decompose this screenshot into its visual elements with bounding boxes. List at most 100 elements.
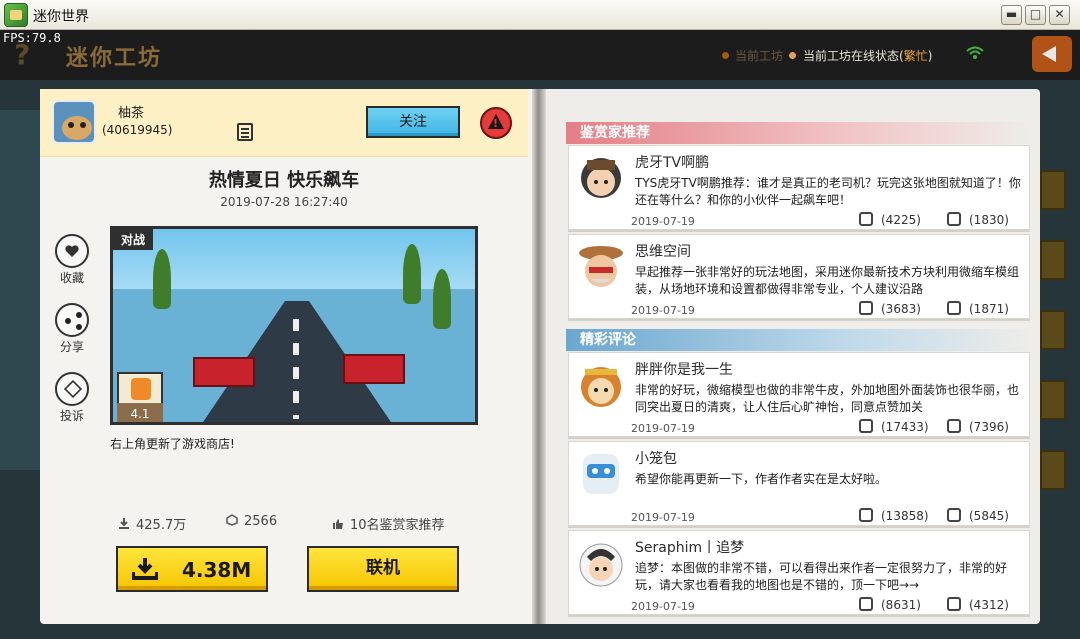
commenter-name: 小笼包 (635, 451, 677, 467)
comment-text: 希望你能再更新一下，作者作者实在是太好啦。 (635, 472, 888, 486)
download-icon (119, 518, 129, 529)
background-right-tabs (1040, 170, 1066, 510)
dislike-count: (4312) (969, 598, 1009, 612)
document-icon[interactable] (237, 123, 253, 141)
thumbs-down-icon (947, 508, 961, 522)
map-detail-panel: 柚茶 (40619945) 关注 热情夏日 快乐飙车 2019-07-28 16… (40, 89, 1040, 624)
dislike-button[interactable]: (1830) (947, 212, 1009, 227)
download-button[interactable]: 4.38M (116, 546, 268, 592)
like-count: (4225) (881, 213, 921, 227)
author-avatar[interactable] (52, 100, 96, 144)
online-play-button[interactable]: 联机 (307, 546, 459, 592)
dislike-button[interactable]: (1871) (947, 301, 1009, 316)
window-title: 迷你世界 (33, 9, 89, 25)
thumbs-up-icon (859, 212, 873, 226)
commenter-avatar[interactable] (577, 448, 625, 502)
download-size: 4.38M (182, 558, 252, 582)
maximize-button[interactable]: □ (1025, 5, 1046, 25)
status-dot-icon (722, 52, 729, 59)
thumbs-down-icon (947, 212, 961, 226)
recommend-count: 10名鉴赏家推荐 (332, 514, 445, 533)
report-label: 投诉 (59, 409, 84, 423)
like-button[interactable]: (4225) (859, 212, 921, 227)
commenter-name: Seraphim丨追梦 (635, 540, 745, 556)
dislike-count: (1830) (969, 213, 1009, 227)
map-info-page: 柚茶 (40619945) 关注 热情夏日 快乐飙车 2019-07-28 16… (40, 89, 532, 624)
map-date: 2019-07-28 16:27:40 (220, 195, 348, 209)
commenter-avatar[interactable] (577, 359, 625, 413)
comment-date: 2019-07-19 (631, 215, 695, 228)
cube-stat-icon (226, 514, 238, 526)
status-close: ) (927, 49, 933, 63)
dislike-count: (1871) (969, 302, 1009, 316)
commenter-avatar[interactable] (577, 152, 625, 206)
commenter-name: 虎牙TV啊鹏 (635, 155, 710, 171)
dislike-count: (7396) (969, 420, 1009, 434)
comment-date: 2019-07-19 (631, 422, 695, 435)
comments-page: 鉴赏家推荐 虎牙TV啊鹏 TYS虎牙TV啊鹏推荐：谁才是真正的老司机？玩完这张地… (546, 89, 1040, 624)
commenter-avatar[interactable] (577, 241, 625, 295)
avatar-face (62, 116, 92, 140)
back-button[interactable] (1032, 36, 1072, 72)
close-button[interactable]: ✕ (1049, 5, 1070, 25)
race-car (343, 354, 405, 384)
app-icon (4, 3, 28, 27)
share-icon (55, 303, 89, 337)
play-count: 2566 (226, 514, 277, 529)
race-car (193, 357, 255, 387)
like-button[interactable]: (17433) (859, 419, 929, 434)
map-description: 右上角更新了游戏商店! (110, 437, 235, 451)
palm-tree (153, 249, 171, 309)
share-dot (65, 318, 71, 324)
heart-shape (65, 245, 79, 257)
cube-shape (63, 379, 83, 399)
commenter-name: 胖胖你是我一生 (635, 362, 733, 378)
collect-button[interactable]: 收藏 (54, 234, 90, 286)
thumbs-up-icon (859, 419, 873, 433)
rating-value: 4.1 (117, 403, 163, 422)
like-button[interactable]: (8631) (859, 597, 921, 612)
commenter-avatar[interactable] (577, 537, 625, 591)
minimize-button[interactable]: ▬ (1001, 5, 1022, 25)
workshop-title: 迷你工坊 (66, 46, 163, 71)
share-button[interactable]: 分享 (54, 303, 90, 355)
thumbs-up-icon (333, 519, 343, 529)
wifi-icon (966, 46, 984, 59)
comment-item: 胖胖你是我一生 非常的好玩，微缩模型也做的非常牛皮，外加地图外面装饰也很华丽，也… (568, 352, 1030, 437)
comments-header: 精彩评论 (566, 329, 1032, 351)
collect-label: 收藏 (59, 271, 84, 285)
workshop-status: 当前工坊在线状态(繁忙) (803, 47, 932, 64)
dislike-button[interactable]: (5845) (947, 508, 1009, 523)
window-titlebar: 迷你世界 ▬ □ ✕ (0, 0, 1080, 30)
dislike-button[interactable]: (7396) (947, 419, 1009, 434)
download-count: 425.7万 (118, 514, 186, 533)
map-screenshot[interactable]: 对战 4.1 (110, 226, 478, 425)
palm-tree (433, 269, 451, 329)
play-count-value: 2566 (244, 514, 278, 529)
expert-comment: 思维空间 早起推荐一张非常好的玩法地图，采用迷你最新技术方块利用微缩车模组装，从… (568, 234, 1030, 319)
like-button[interactable]: (13858) (859, 508, 929, 523)
comment-item: 小笼包 希望你能再更新一下，作者作者实在是太好啦。 2019-07-19 (13… (568, 441, 1030, 526)
status-busy: 繁忙 (903, 49, 928, 63)
thumbs-up-icon (131, 378, 151, 400)
like-button[interactable]: (3683) (859, 301, 921, 316)
comment-text: 非常的好玩，微缩模型也做的非常牛皮，外加地图外面装饰也很华丽，也同突出夏日的清爽… (635, 383, 1020, 414)
follow-button[interactable]: 关注 (366, 106, 460, 138)
share-dot (76, 312, 82, 318)
share-dot (76, 324, 82, 330)
thumbs-up-icon (859, 508, 873, 522)
dislike-button[interactable]: (4312) (947, 597, 1009, 612)
book-spine (532, 89, 546, 624)
report-button[interactable]: 投诉 (54, 372, 90, 424)
cube-icon (55, 372, 89, 406)
heart-icon (55, 234, 89, 268)
fps-counter: FPS:79.8 (3, 31, 61, 45)
avatar-eye (80, 122, 86, 128)
comment-item: Seraphim丨追梦 追梦：本图做的非常不错，可以看得出来作者一定很努力了，非… (568, 530, 1030, 615)
warning-icon[interactable] (480, 107, 512, 139)
comment-text: 追梦：本图做的非常不错，可以看得出来作者一定很努力了，非常的好玩，请大家也看看我… (635, 561, 1008, 592)
avatar-eye (68, 122, 74, 128)
thumbs-down-icon (947, 301, 961, 315)
palm-tree (403, 244, 421, 304)
mode-tag: 对战 (113, 229, 154, 250)
